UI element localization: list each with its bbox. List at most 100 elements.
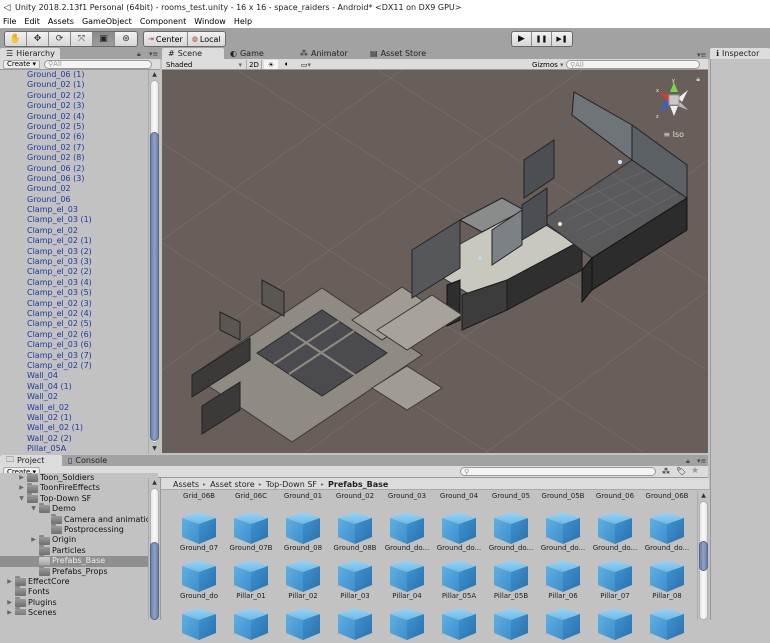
asset-item[interactable]: Pillar_02 [277, 591, 329, 640]
hierarchy-item[interactable]: Ground_02 (4) [0, 112, 148, 122]
collapsed-arrow-icon[interactable]: ▶ [18, 473, 25, 483]
folder-tree-item[interactable]: ▶ Scenes [0, 607, 158, 615]
favorite-star-icon[interactable]: ★ [691, 466, 699, 476]
menu-window[interactable]: Window [194, 17, 226, 26]
breadcrumb-current[interactable]: Prefabs_Base [328, 480, 388, 489]
tab-project[interactable]: 🗀︎ Project [0, 455, 62, 466]
asset-item[interactable]: Ground_05 [485, 491, 537, 544]
step-button[interactable]: ▶❚ [552, 32, 572, 46]
folder-tree-item[interactable]: ▶ Toon_Soldiers [0, 473, 158, 483]
scene-menu-icon[interactable]: ▾≡ [697, 51, 706, 59]
folder-tree-item[interactable]: ▶ ToonFireEffects [0, 482, 158, 493]
hierarchy-item[interactable]: Ground_02 (3) [0, 101, 148, 111]
hierarchy-item[interactable]: Ground_06 (1) [0, 70, 148, 80]
folder-tree-item[interactable]: ▼ Demo [0, 503, 158, 514]
menu-assets[interactable]: Assets [48, 17, 74, 26]
hierarchy-item[interactable]: Clamp_el_03 (2) [0, 247, 148, 257]
menu-help[interactable]: Help [234, 17, 252, 26]
pause-button[interactable]: ❚❚ [532, 32, 552, 46]
asset-item[interactable]: Pillar_01 [225, 591, 277, 640]
hierarchy-item[interactable]: Clamp_el_03 (5) [0, 288, 148, 298]
collapsed-arrow-icon[interactable]: ▶ [18, 483, 25, 493]
folder-tree-item[interactable]: Camera and animation [0, 513, 158, 525]
tab-animator[interactable]: ⁂ Animator [294, 48, 364, 59]
hierarchy-item[interactable]: Ground_02 (7) [0, 143, 148, 153]
scroll-thumb[interactable] [150, 132, 159, 441]
hierarchy-item[interactable]: Pillar_05A [0, 444, 148, 453]
hierarchy-item[interactable]: Ground_02 [0, 184, 148, 194]
scroll-up-icon[interactable]: ▲ [149, 479, 160, 486]
rect-tool-button[interactable]: ▣ [93, 32, 115, 46]
hierarchy-scrollbar[interactable]: ▲ ▼ [148, 70, 160, 453]
hierarchy-item[interactable]: Wall_04 [0, 371, 148, 381]
asset-item[interactable]: Ground_04 [433, 491, 485, 544]
hierarchy-item[interactable]: Wall_02 [0, 392, 148, 402]
asset-item[interactable]: Pillar_05B [485, 591, 537, 640]
collapsed-arrow-icon[interactable]: ▶ [6, 608, 13, 615]
collapsed-arrow-icon[interactable]: ▶ [6, 598, 13, 608]
hierarchy-search-input[interactable]: ⚲ All [44, 59, 153, 69]
scroll-thumb[interactable] [699, 541, 708, 571]
asset-item[interactable]: Ground_07B [225, 543, 277, 592]
move-tool-button[interactable]: ✥ [27, 32, 49, 46]
asset-item[interactable]: Pillar_03 [329, 591, 381, 640]
tab-console[interactable]: ▯ Console [62, 455, 124, 466]
hierarchy-item[interactable]: Clamp_el_02 [0, 226, 148, 236]
asset-item[interactable]: Grid_06B [173, 491, 225, 544]
folder-tree-item[interactable]: Postprocessing [0, 524, 158, 535]
hierarchy-item[interactable]: Clamp_el_03 [0, 205, 148, 215]
hierarchy-item[interactable]: Clamp_el_02 (3) [0, 299, 148, 309]
hierarchy-item[interactable]: Ground_06 [0, 195, 148, 205]
menu-component[interactable]: Component [140, 17, 186, 26]
hierarchy-item[interactable]: Clamp_el_02 (4) [0, 309, 148, 319]
tab-asset-store[interactable]: ▤ Asset Store [364, 48, 444, 59]
folder-tree-item[interactable]: Prefabs_Base [0, 555, 158, 567]
filter-by-label-icon[interactable]: 🏷︎ [676, 467, 686, 476]
hierarchy-create-dropdown[interactable]: Create ▾ [3, 59, 41, 69]
filter-by-type-icon[interactable]: ⁂ [662, 467, 670, 476]
hierarchy-item[interactable]: Wall_el_02 (1) [0, 423, 148, 433]
orientation-gizmo[interactable]: y x z [652, 78, 696, 122]
play-button[interactable]: ▶ [512, 32, 532, 46]
scroll-down-icon[interactable]: ▼ [149, 445, 160, 452]
folder-tree-item[interactable]: ▶ EffectCore [0, 576, 158, 587]
hierarchy-item[interactable]: Ground_06 (3) [0, 174, 148, 184]
gizmo-center-cube[interactable] [668, 94, 680, 106]
hierarchy-lock-icon[interactable]: 🔒︎ [137, 50, 141, 59]
asset-item[interactable]: Ground_01 [277, 491, 329, 544]
folder-tree-scrollbar[interactable]: ▲ [148, 478, 160, 620]
hierarchy-item[interactable]: Clamp_el_02 (7) [0, 361, 148, 371]
scroll-up-icon[interactable]: ▲ [698, 492, 709, 499]
breadcrumb-item[interactable]: Top-Down SF [266, 480, 317, 489]
asset-item[interactable]: Ground_do... [589, 543, 641, 592]
folder-tree-item[interactable]: Fonts [0, 586, 158, 597]
hierarchy-item[interactable]: Clamp_el_02 (6) [0, 330, 148, 340]
transform-tool-button[interactable]: ⊛ [115, 32, 137, 46]
asset-item[interactable]: Ground_do [173, 591, 225, 640]
scale-tool-button[interactable]: ⤧ [71, 32, 93, 46]
asset-item[interactable]: Ground_08B [329, 543, 381, 592]
asset-item[interactable]: Ground_06 [589, 491, 641, 544]
tab-game[interactable]: ◐ Game [224, 48, 286, 59]
pivot-local-button[interactable]: ◍ Local [187, 32, 225, 46]
scene-viewport[interactable]: 🔒︎ y x z ≡ Iso [162, 70, 708, 453]
breadcrumb-item[interactable]: Assets [173, 480, 199, 489]
hierarchy-item[interactable]: Clamp_el_03 (7) [0, 351, 148, 361]
gizmos-dropdown[interactable]: Gizmos ▾ [532, 60, 564, 69]
hierarchy-item[interactable]: Wall_04 (1) [0, 382, 148, 392]
scene-search-input[interactable]: ⚲ All [566, 60, 700, 69]
folder-tree-item[interactable]: ▶ Origin [0, 534, 158, 545]
lighting-toggle[interactable]: ☀ [264, 60, 278, 69]
hierarchy-item[interactable]: Ground_02 (2) [0, 91, 148, 101]
hierarchy-item[interactable]: Clamp_el_03 (3) [0, 257, 148, 267]
shading-mode-dropdown[interactable]: Shaded ▾ [166, 60, 242, 69]
folder-tree-item[interactable]: ▶ Plugins [0, 596, 158, 608]
hierarchy-item[interactable]: Ground_06 (2) [0, 164, 148, 174]
collapsed-arrow-icon[interactable]: ▶ [30, 535, 37, 545]
hierarchy-menu-icon[interactable]: ▾≡ [149, 50, 158, 58]
hierarchy-item[interactable]: Wall_02 (2) [0, 434, 148, 444]
gizmo-neg-y-cone[interactable] [670, 106, 678, 116]
asset-item[interactable]: Ground_02 [329, 491, 381, 544]
scroll-up-icon[interactable]: ▲ [149, 71, 160, 78]
project-lock-icon[interactable]: 🔒︎ [686, 457, 690, 466]
